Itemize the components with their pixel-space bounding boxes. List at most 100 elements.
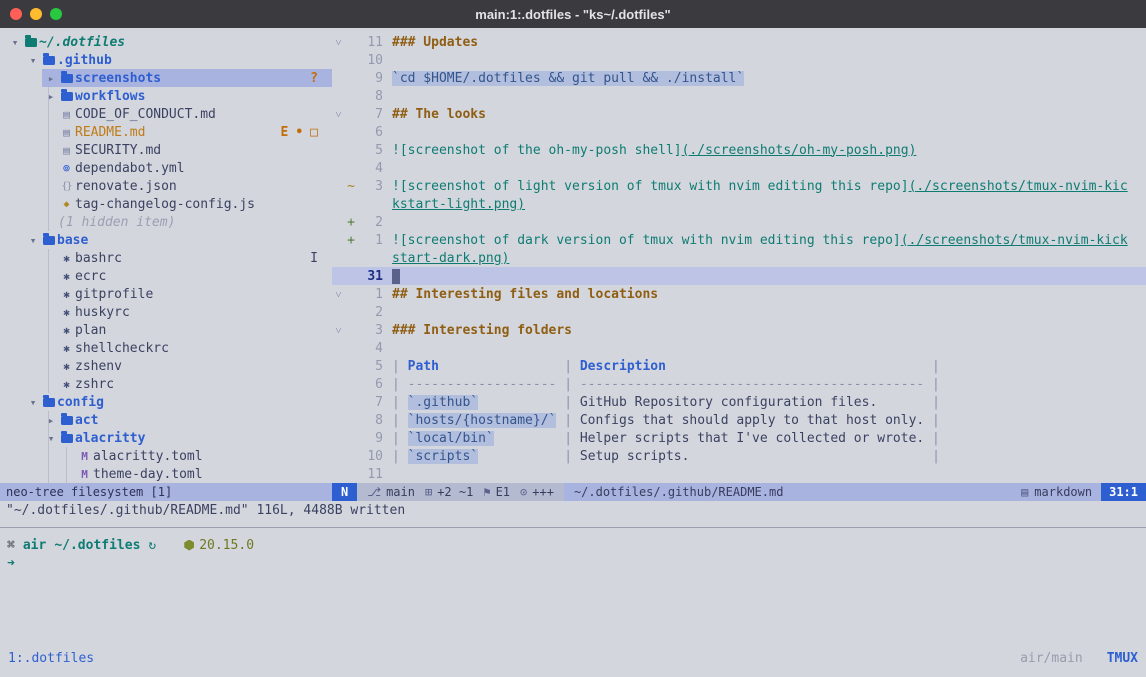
tmux-window-tab[interactable]: 1:.dotfiles (8, 651, 94, 666)
chevron-right-icon[interactable]: ▸ (44, 414, 58, 427)
editor-line[interactable]: 8| `hosts/{hostname}/` | Configs that sh… (332, 411, 1146, 429)
editor-line[interactable]: ~3![screenshot of light version of tmux … (332, 177, 1146, 195)
editor-line[interactable]: 2 (332, 303, 1146, 321)
tree-item[interactable]: ✱huskyrc (0, 303, 332, 321)
tree-item[interactable]: ⊚dependabot.yml (0, 159, 332, 177)
git-branch[interactable]: ⎇ main (367, 485, 415, 499)
tmux-pane-divider[interactable] (0, 527, 1146, 528)
editor-line[interactable]: 6 (332, 123, 1146, 141)
shell-pane[interactable]: ⌘ air ~/.dotfiles ↻ 20.15.0 ➜ (0, 536, 1146, 572)
file-path: ~/.dotfiles/.github/README.md (564, 483, 1012, 501)
command-line[interactable]: "~/.dotfiles/.github/README.md" 116L, 44… (0, 501, 1146, 519)
folder-icon (40, 236, 57, 245)
close-button[interactable] (10, 8, 22, 20)
editor-line[interactable]: 8 (332, 87, 1146, 105)
fold-icon[interactable]: ˅ (332, 108, 345, 121)
syntax-segment (478, 449, 556, 464)
syntax-segment: start-dark.png) (392, 251, 509, 266)
editor-line[interactable]: 6| ------------------- | ---------------… (332, 375, 1146, 393)
tree-item[interactable]: ✱gitprofile (0, 285, 332, 303)
editor-line[interactable]: 5| Path | Description | (332, 357, 1146, 375)
editor-line[interactable]: ˅3### Interesting folders (332, 321, 1146, 339)
tree-item[interactable]: ▤README.mdE•□ (0, 123, 332, 141)
editor-line[interactable]: 5![screenshot of the oh-my-posh shell](.… (332, 141, 1146, 159)
editor-line[interactable]: 31 (332, 267, 1146, 285)
minimize-button[interactable] (30, 8, 42, 20)
editor-line[interactable]: kstart-light.png) (332, 195, 1146, 213)
chevron-down-icon[interactable]: ▾ (26, 54, 40, 67)
line-text: ![screenshot of the oh-my-posh shell](./… (383, 143, 916, 158)
editor-line[interactable]: start-dark.png) (332, 249, 1146, 267)
tree-item-label: config (57, 395, 104, 410)
chevron-down-icon[interactable]: ▾ (44, 432, 58, 445)
tree-item[interactable]: ▸workflows (0, 87, 332, 105)
tree-item[interactable]: ◆tag-changelog-config.js (0, 195, 332, 213)
fold-icon[interactable]: ˅ (332, 36, 345, 49)
diff-icon: ⊞ (425, 485, 432, 499)
tree-item[interactable]: {}renovate.json (0, 177, 332, 195)
shell-prompt: ⌘ air ~/.dotfiles ↻ 20.15.0 (0, 536, 1146, 554)
chevron-down-icon[interactable]: ▾ (8, 36, 22, 49)
chevron-right-icon[interactable]: ▸ (44, 72, 58, 85)
chevron-right-icon[interactable]: ▸ (44, 90, 58, 103)
tree-item-label: tag-changelog-config.js (75, 197, 255, 212)
tree-item[interactable]: ✱zshenv (0, 357, 332, 375)
syntax-segment: | (392, 413, 408, 428)
tree-item[interactable]: ▸act (0, 411, 332, 429)
diagnostics[interactable]: ⚑ E1 (483, 485, 510, 499)
tree-item[interactable]: ▾alacritty (0, 429, 332, 447)
tree-item-label: .github (57, 53, 112, 68)
chevron-down-icon[interactable]: ▾ (26, 234, 40, 247)
tree-item[interactable]: ▤SECURITY.md (0, 141, 332, 159)
tree-item[interactable]: ▾base (0, 231, 332, 249)
tree-item[interactable]: Malacritty.toml (0, 447, 332, 465)
editor-line[interactable]: +2 (332, 213, 1146, 231)
chevron-down-icon[interactable]: ▾ (26, 396, 40, 409)
syntax-segment: ## Interesting files and locations (392, 287, 658, 302)
tree-item[interactable]: ✱bashrcI (0, 249, 332, 267)
tree-item[interactable]: ✱shellcheckrc (0, 339, 332, 357)
syntax-segment: kstart-light.png) (392, 197, 525, 212)
status-badge: □ (310, 125, 318, 140)
line-text: ### Updates (383, 35, 478, 50)
tree-item[interactable]: ▾ .github (0, 51, 332, 69)
editor-line[interactable]: 11 (332, 465, 1146, 483)
folder-icon (22, 38, 39, 47)
editor-line[interactable]: 9| `local/bin` | Helper scripts that I'v… (332, 429, 1146, 447)
editor-line[interactable]: ˅1## Interesting files and locations (332, 285, 1146, 303)
editor-line[interactable]: 4 (332, 159, 1146, 177)
terminal-window: main:1:.dotfiles - "ks~/.dotfiles" ▾~/.d… (0, 0, 1146, 677)
json-file-icon: {} (58, 181, 75, 192)
zoom-button[interactable] (50, 8, 62, 20)
editor-buffer: ˅11### Updates109`cd $HOME/.dotfiles && … (332, 28, 1146, 483)
line-number: 9 (357, 431, 383, 446)
tree-item[interactable]: ▾~/.dotfiles (0, 33, 332, 51)
editor-line[interactable]: 10 (332, 51, 1146, 69)
title-bar[interactable]: main:1:.dotfiles - "ks~/.dotfiles" (0, 0, 1146, 28)
line-number: 7 (357, 395, 383, 410)
editor-line[interactable]: 4 (332, 339, 1146, 357)
statusline: N ⎇ main ⊞ +2 ~1 ⚑ E1 ⊙ (332, 483, 1146, 501)
syntax-segment: ## The looks (392, 107, 486, 122)
tree-item[interactable]: ▸screenshots? (0, 69, 332, 87)
editor-line[interactable]: ˅7## The looks (332, 105, 1146, 123)
editor-line[interactable]: 7| `.github` | GitHub Repository configu… (332, 393, 1146, 411)
tree-item[interactable]: Mtheme-day.toml (0, 465, 332, 483)
editor-line[interactable]: 10| `scripts` | Setup scripts. | (332, 447, 1146, 465)
tree-item[interactable]: ✱plan (0, 321, 332, 339)
fold-icon[interactable]: ˅ (332, 324, 345, 337)
editor-line[interactable]: +1![screenshot of dark version of tmux w… (332, 231, 1146, 249)
tree-item[interactable]: ✱ecrc (0, 267, 332, 285)
status-badge: E (281, 125, 289, 140)
fold-icon[interactable]: ˅ (332, 288, 345, 301)
editor-line[interactable]: ˅11### Updates (332, 33, 1146, 51)
line-text (383, 269, 400, 284)
folder-icon (58, 434, 75, 443)
syntax-segment: `hosts/{hostname}/` (408, 413, 557, 428)
tree-item[interactable]: ✱zshrc (0, 375, 332, 393)
tree-item[interactable]: (1 hidden item) (0, 213, 332, 231)
prompt-input-line[interactable]: ➜ (0, 554, 1146, 572)
tree-item[interactable]: ▤CODE_OF_CONDUCT.md (0, 105, 332, 123)
tree-item[interactable]: ▾ config (0, 393, 332, 411)
editor-line[interactable]: 9`cd $HOME/.dotfiles && git pull && ./in… (332, 69, 1146, 87)
